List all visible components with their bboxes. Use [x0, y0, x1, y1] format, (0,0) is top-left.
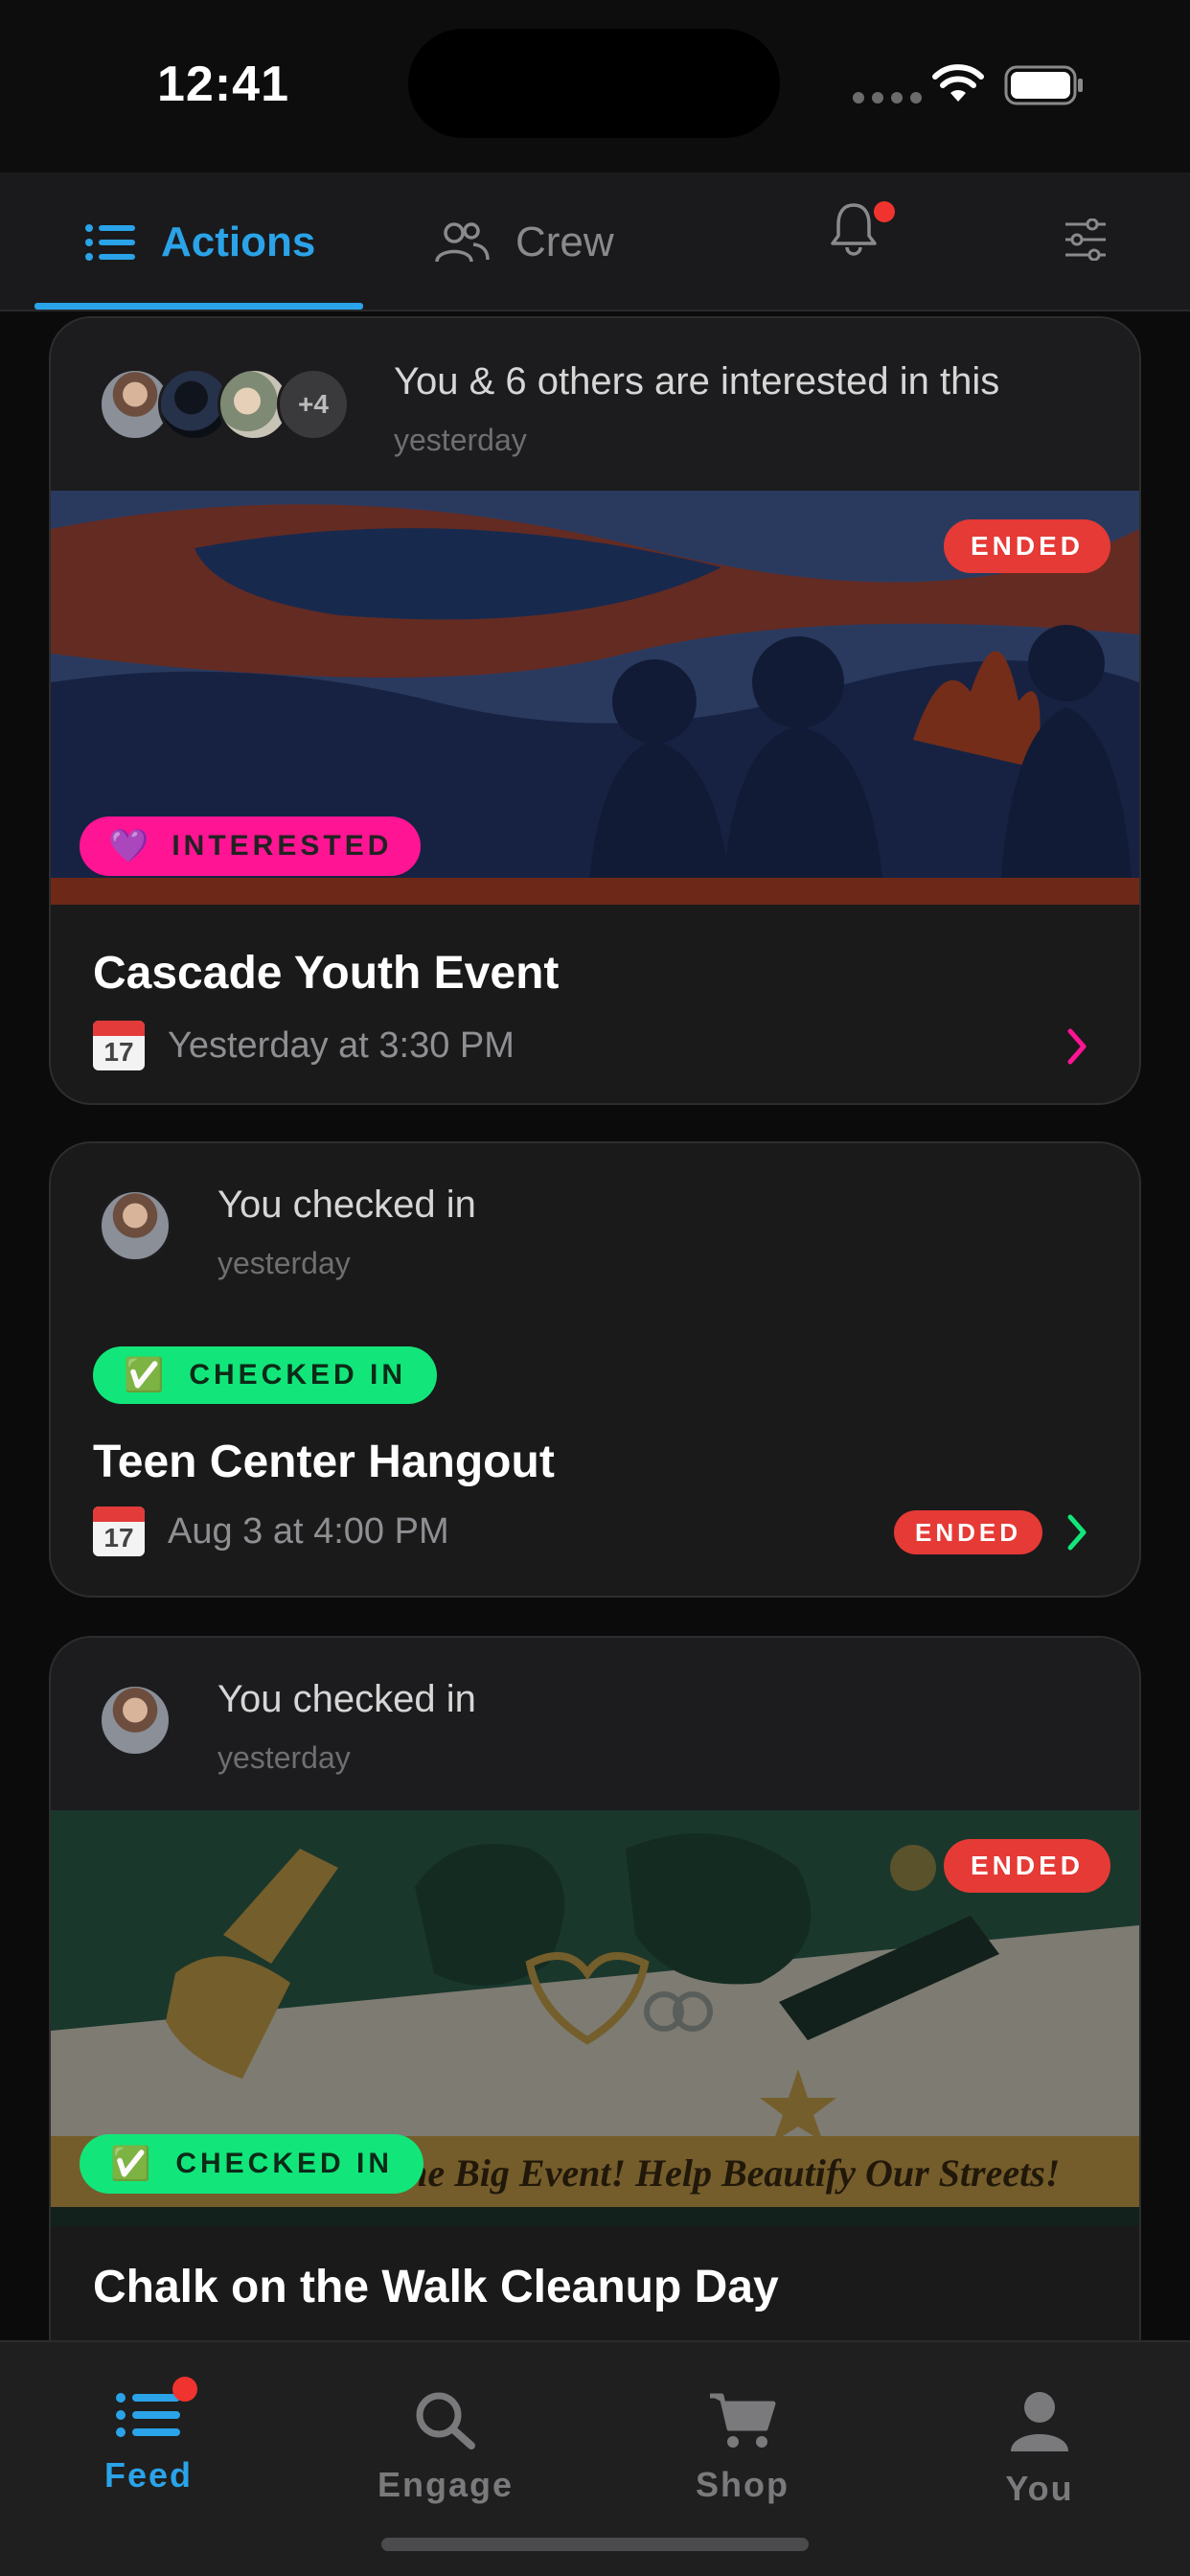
wifi-icon [932, 64, 984, 102]
notification-badge [172, 2377, 197, 2402]
event-title: Teen Center Hangout [93, 1437, 555, 1487]
checked-in-badge-label: CHECKED IN [189, 1359, 407, 1391]
nav-you-label: You [1005, 2469, 1074, 2508]
cellular-signal-icon [853, 92, 922, 104]
home-indicator[interactable] [381, 2538, 809, 2551]
event-image: the Big Event! Help Beautify Our Streets… [51, 1810, 1139, 2226]
top-tab-bar: Actions Crew [0, 172, 1190, 311]
calendar-icon: 17 [93, 1021, 145, 1070]
interested-badge: 💜 INTERESTED [80, 816, 422, 876]
card-header-time: yesterday [217, 1246, 351, 1280]
card-header-title: You & 6 others are interested in this [394, 360, 1000, 402]
calendar-icon: 17 [93, 1506, 145, 1556]
battery-icon [1004, 65, 1083, 105]
avatar [99, 1189, 172, 1262]
active-tab-indicator [34, 303, 363, 310]
card-header-time: yesterday [217, 1740, 351, 1775]
status-bar: 12:41 [0, 0, 1190, 172]
tab-crew-label: Crew [515, 218, 614, 265]
filter-sliders-icon[interactable] [1064, 218, 1108, 261]
nav-you[interactable]: You [891, 2342, 1188, 2543]
nav-feed[interactable]: Feed [0, 2342, 297, 2543]
dynamic-island [408, 29, 780, 138]
card-header-title: You checked in [217, 1678, 476, 1720]
card-header: +4 You & 6 others are interested in this… [51, 318, 1139, 491]
chevron-right-icon[interactable] [1064, 1513, 1089, 1552]
event-title: Cascade Youth Event [93, 948, 560, 999]
nav-engage-label: Engage [377, 2465, 515, 2504]
card-header: You checked in yesterday [51, 1143, 1139, 1316]
purple-heart-icon: 💜 [108, 828, 153, 864]
check-mark-icon: ✅ [124, 1357, 169, 1393]
notifications-bell-icon[interactable] [828, 199, 880, 257]
nav-shop-label: Shop [696, 2465, 790, 2504]
status-badge: ENDED [943, 1839, 1110, 1893]
search-icon [416, 2392, 475, 2450]
tab-crew[interactable]: Crew [433, 172, 614, 311]
card-header-title: You checked in [217, 1184, 476, 1226]
card-header: You checked in yesterday [51, 1638, 1139, 1810]
status-badge: ENDED [894, 1510, 1043, 1554]
notification-badge [874, 201, 895, 222]
interested-badge-label: INTERESTED [172, 830, 393, 862]
event-image: ENDED 💜 INTERESTED [51, 491, 1139, 905]
list-icon [116, 2393, 180, 2437]
checked-in-badge-label: CHECKED IN [175, 2148, 394, 2179]
person-icon [1011, 2392, 1068, 2451]
nav-engage[interactable]: Engage [297, 2342, 594, 2543]
more-avatars-count: +4 [277, 368, 350, 441]
tab-actions[interactable]: Actions [84, 172, 315, 311]
status-badge: ENDED [943, 519, 1110, 573]
avatar [99, 1684, 172, 1757]
nav-feed-label: Feed [103, 2455, 194, 2495]
event-title: Chalk on the Walk Cleanup Day [93, 2262, 779, 2312]
checked-in-badge: ✅ CHECKED IN [80, 2134, 424, 2194]
card-header-time: yesterday [394, 423, 527, 457]
event-date: Aug 3 at 4:00 PM [168, 1510, 449, 1552]
nav-shop[interactable]: Shop [594, 2342, 891, 2543]
tab-actions-label: Actions [161, 218, 316, 265]
chevron-right-icon[interactable] [1064, 1027, 1089, 1066]
activity-feed[interactable]: +4 You & 6 others are interested in this… [0, 313, 1190, 2340]
check-mark-icon: ✅ [110, 2146, 155, 2182]
feed-card-cascade-youth-event[interactable]: +4 You & 6 others are interested in this… [49, 316, 1141, 1105]
feed-card-teen-center-hangout[interactable]: You checked in yesterday ✅ CHECKED IN Te… [49, 1141, 1141, 1598]
list-icon [85, 223, 135, 261]
status-time: 12:41 [157, 57, 289, 112]
feed-card-chalk-on-the-walk[interactable]: You checked in yesterday the Big Event! … [49, 1636, 1141, 2340]
checked-in-badge: ✅ CHECKED IN [93, 1346, 438, 1404]
event-date: Yesterday at 3:30 PM [168, 1024, 515, 1066]
group-icon [435, 221, 490, 263]
cart-icon [710, 2393, 776, 2448]
